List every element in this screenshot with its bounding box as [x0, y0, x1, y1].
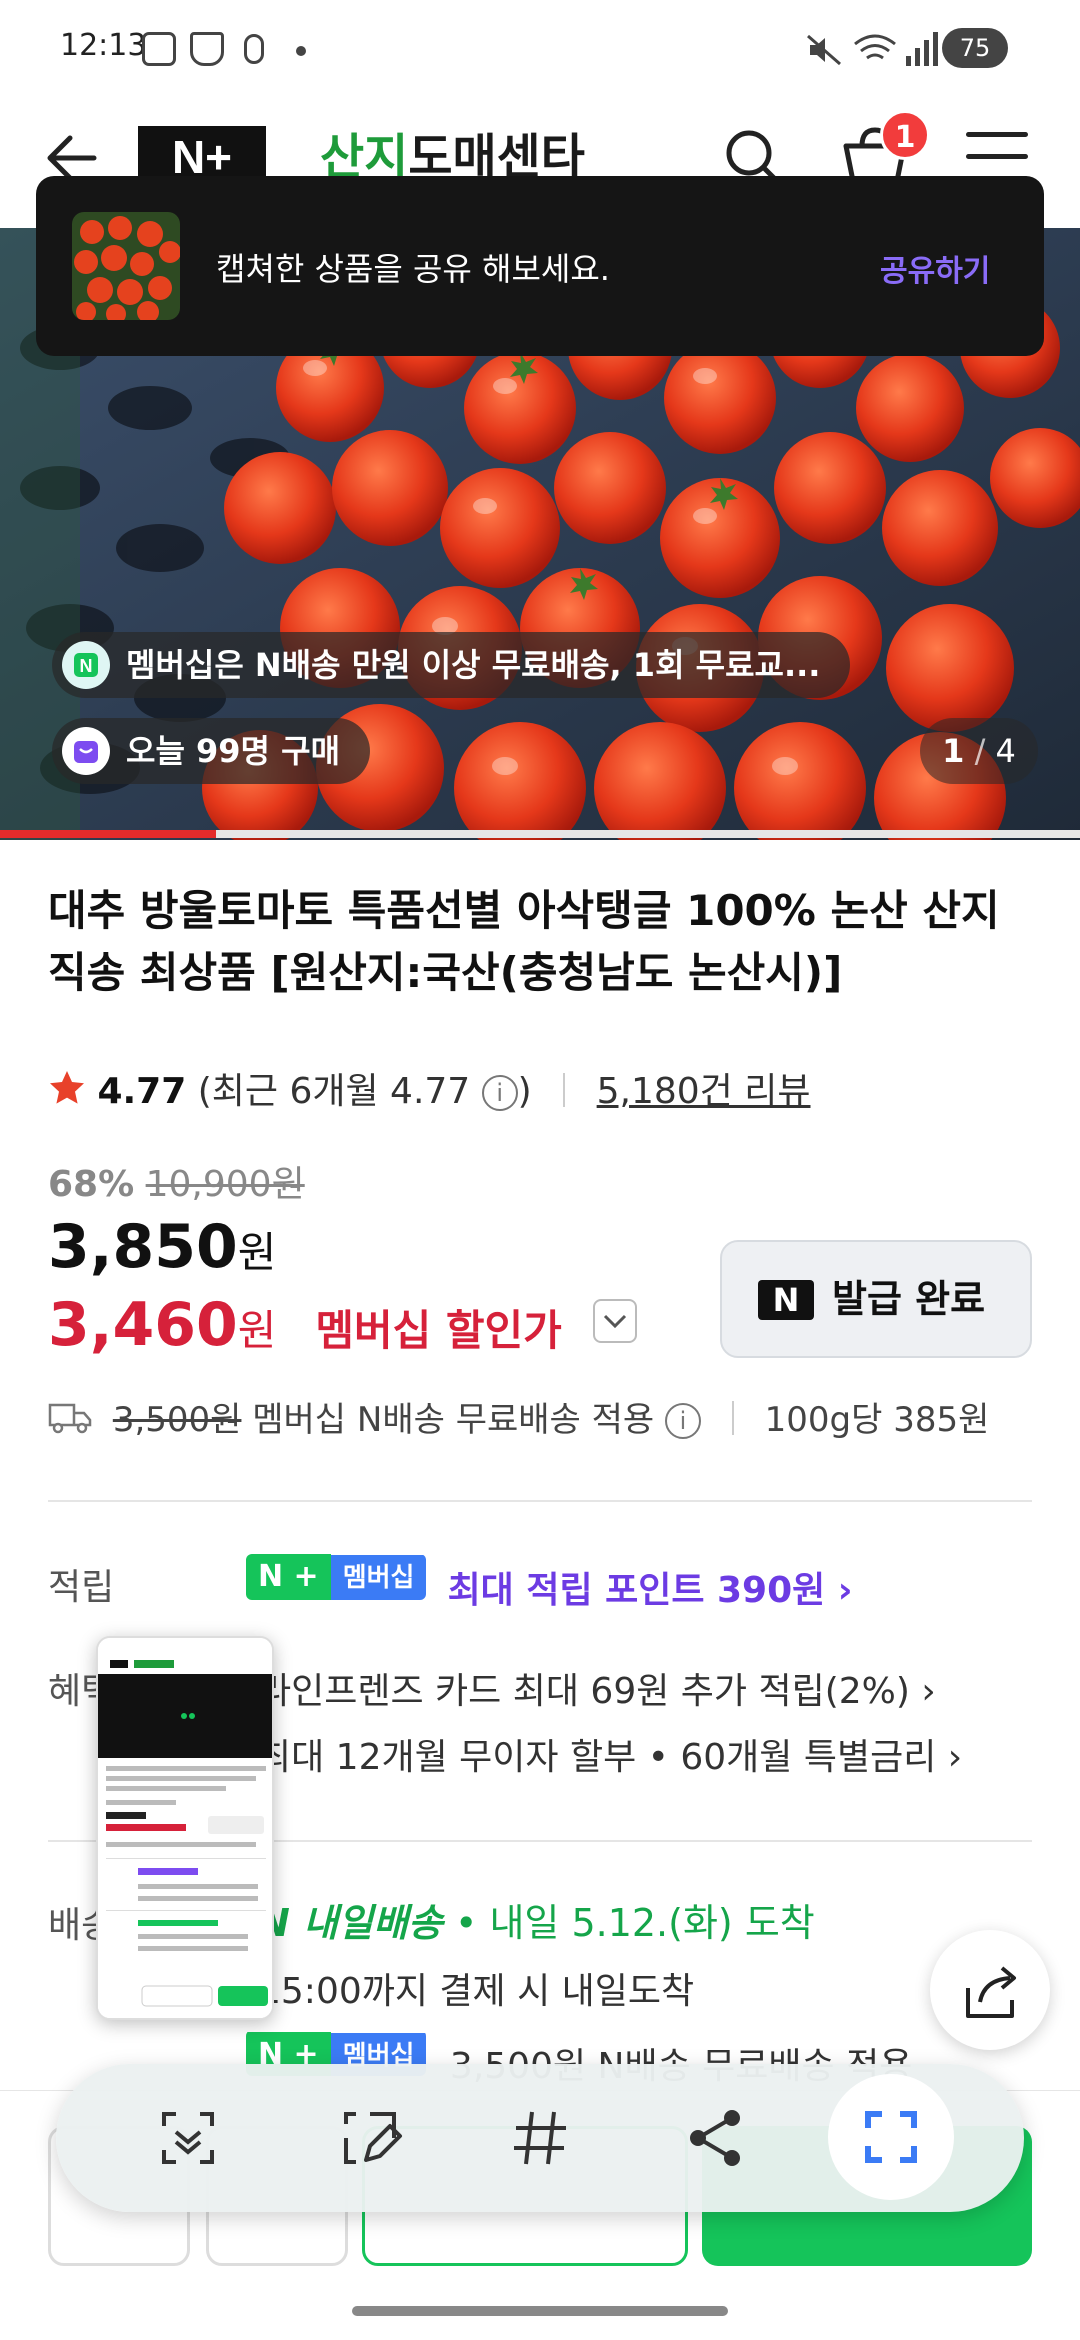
review-count-link[interactable]: 5,180건 리뷰	[597, 1071, 811, 1112]
truck-icon	[48, 1403, 92, 1434]
scroll-capture-icon[interactable]	[148, 2098, 228, 2178]
divider	[731, 1401, 734, 1435]
star-icon	[50, 1071, 84, 1104]
max-points-text: 최대 적립 포인트 390원 ›	[447, 1570, 853, 1611]
cup-icon	[190, 32, 224, 66]
shipping-row: 3,500원 멤버십 N배송 무료배송 적용 i 100g당 385원	[48, 1392, 989, 1441]
wifi-icon	[854, 34, 896, 60]
member-price-row: 3,460원 멤버십 할인가	[48, 1290, 637, 1360]
discount-row: 68% 10,900원	[48, 1155, 305, 1207]
cart-count-badge: 1	[880, 110, 930, 160]
image-progress-fill	[0, 830, 216, 838]
buyers-today-pill: 오늘 99명 구매	[52, 718, 371, 784]
toast-thumbnail	[72, 212, 180, 320]
shipping-fee-struck: 3,500원	[112, 1400, 242, 1440]
naver-n-icon: N	[758, 1280, 814, 1320]
price-unit: 원	[237, 1228, 277, 1277]
battery-indicator: 75	[942, 28, 1008, 68]
product-title: 대추 방울토마토 특품선별 아삭탱글 100% 논산 산지직송 최상품 [원산지…	[48, 886, 1000, 997]
member-price-label: 멤버십 할인가	[315, 1306, 562, 1355]
share-toolbar-icon[interactable]	[676, 2098, 756, 2178]
buyers-pill-text: 오늘 99명 구매	[126, 732, 341, 770]
page-current: 1	[942, 732, 965, 770]
status-bar: 12:13 75	[0, 0, 1080, 100]
mute-icon	[807, 34, 841, 66]
home-indicator	[352, 2306, 728, 2316]
delivery-row: N 내일배송 • 내일 5.12.(화) 도착	[258, 1892, 815, 1947]
rating-recent-close: )	[517, 1071, 532, 1112]
discount-rate: 68%	[48, 1164, 135, 1205]
rating-row: 4.77 (최근 6개월 4.77 i) 5,180건 리뷰	[48, 1062, 811, 1114]
image-page-counter: 1 / 4	[920, 718, 1038, 784]
points-label: 적립	[48, 1567, 115, 1608]
notification-icon	[244, 34, 264, 64]
coupon-issued-button[interactable]: N 발급 완료	[720, 1240, 1032, 1358]
edit-capture-icon[interactable]	[330, 2098, 410, 2178]
page-total: 4	[995, 732, 1016, 770]
info-icon[interactable]: i	[481, 1075, 518, 1111]
status-time: 12:13	[60, 28, 147, 63]
delivery-note: 15:00까지 결제 시 내일도착	[258, 1971, 695, 2012]
crop-frame-icon	[865, 2111, 917, 2163]
price-value: 3,850	[48, 1212, 238, 1282]
membership-pill-text: 멤버십은 N배송 만원 이상 무료배송, 1회 무료교...	[126, 646, 821, 684]
floating-share-button[interactable]	[930, 1930, 1050, 2050]
shopping-bag-icon	[62, 727, 110, 775]
points-row[interactable]: N + 멤버십 최대 적립 포인트 390원 ›	[246, 1554, 853, 1613]
more-dot-icon	[296, 46, 306, 56]
share-icon	[966, 1966, 1016, 2018]
toast-share-button[interactable]: 공유하기	[880, 246, 990, 290]
screenshot-thumbnail-preview[interactable]	[96, 1636, 274, 2020]
card-benefit-link[interactable]: 라인프렌즈 카드 최대 69원 추가 적립(2%) ›	[258, 1662, 936, 1714]
shipping-text: 멤버십 N배송 무료배송 적용	[252, 1400, 655, 1440]
original-price: 10,900원	[145, 1164, 305, 1205]
rating-recent: (최근 6개월 4.77	[197, 1071, 471, 1112]
delivery-date: • 내일 5.12.(화) 도착	[442, 1901, 815, 1945]
signal-icon	[906, 32, 938, 66]
member-price-value: 3,460	[48, 1290, 238, 1360]
capture-extract-button[interactable]	[828, 2074, 954, 2200]
shipping-info-icon[interactable]: i	[665, 1403, 701, 1439]
tomorrow-delivery-brand: N 내일배송	[258, 1901, 443, 1945]
nplus-membership-badge: N + 멤버십	[246, 1554, 427, 1600]
installment-benefit-link[interactable]: 최대 12개월 무이자 할부 • 60개월 특별금리 ›	[258, 1728, 962, 1780]
unit-price: 100g당 385원	[764, 1400, 990, 1440]
divider	[563, 1073, 566, 1107]
hashtag-icon[interactable]	[500, 2098, 580, 2178]
chevron-down-icon[interactable]	[592, 1299, 637, 1343]
toast-message: 캡쳐한 상품을 공유 해보세요.	[216, 250, 610, 288]
coupon-button-label: 발급 완료	[832, 1277, 986, 1321]
rating-value: 4.77	[97, 1071, 187, 1112]
svg-text:N: N	[80, 656, 93, 676]
n-membership-icon: N	[62, 641, 110, 689]
section-divider	[48, 1500, 1032, 1502]
screenshot-icon	[142, 32, 176, 66]
member-price-unit: 원	[237, 1306, 277, 1355]
sale-price: 3,850원	[48, 1212, 276, 1282]
membership-info-pill[interactable]: N 멤버십은 N배송 만원 이상 무료배송, 1회 무료교...	[52, 632, 851, 698]
